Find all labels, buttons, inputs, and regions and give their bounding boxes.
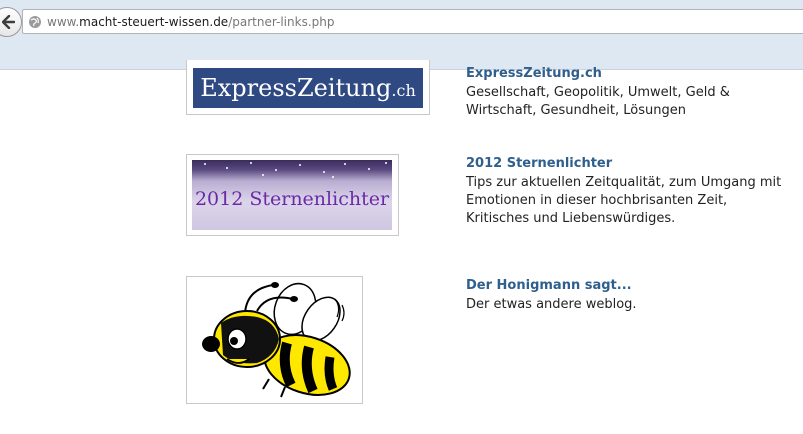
honigmann-thumbnail[interactable] (186, 276, 363, 404)
partner-description: Tips zur aktuellen Zeitqualität, zum Umg… (466, 175, 782, 226)
back-button[interactable] (0, 7, 22, 37)
partner-link-honigmann[interactable]: Der Honigmann sagt... (466, 278, 632, 293)
address-bar[interactable]: www.macht-steuert-wissen.de/partner-link… (22, 9, 803, 34)
globe-icon (29, 16, 41, 28)
sternenlichter-banner-text: 2012 Sternenlichter (194, 188, 390, 210)
sternenlichter-thumbnail[interactable]: 2012 Sternenlichter (186, 154, 399, 236)
back-arrow-icon (2, 15, 15, 29)
partner-description: Gesellschaft, Geopolitik, Umwelt, Geld &… (466, 85, 730, 118)
partner-description: Der etwas andere weblog. (466, 297, 637, 312)
expresszeitung-logo: ExpressZeitung.ch (193, 68, 423, 108)
url-domain: macht-steuert-wissen.de (79, 15, 229, 29)
partner-link-sternenlichter[interactable]: 2012 Sternenlichter (466, 156, 612, 171)
expresszeitung-logo-text: ExpressZeitung (200, 74, 392, 102)
sternenlichter-banner: 2012 Sternenlichter (192, 160, 392, 230)
partner-link-expresszeitung[interactable]: ExpressZeitung.ch (466, 66, 602, 81)
url-text: www.macht-steuert-wissen.de/partner-link… (47, 14, 334, 30)
url-prefix: www. (47, 15, 80, 29)
expresszeitung-logo-suffix: .ch (391, 81, 416, 100)
expresszeitung-thumbnail[interactable]: ExpressZeitung.ch (186, 60, 430, 115)
url-path: /partner-links.php (228, 15, 335, 29)
bee-cartoon-icon (202, 282, 351, 398)
